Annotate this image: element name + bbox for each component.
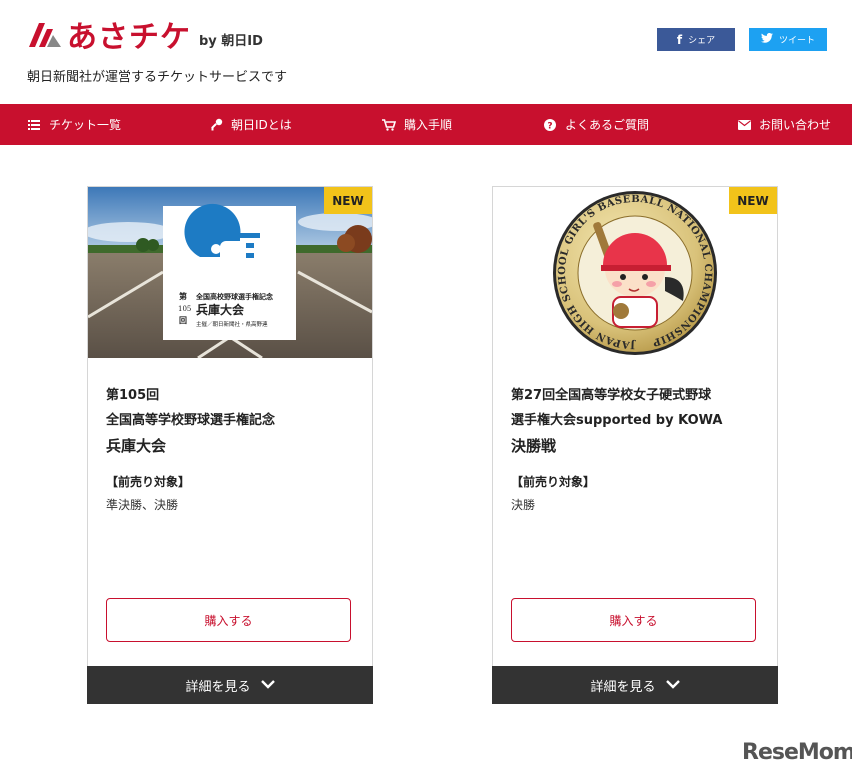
event-title-line2: 選手権大会supported by KOWA [511,413,723,428]
facebook-share-label: シェア [688,36,716,46]
svg-text:主催／朝日新聞社・県高野連: 主催／朝日新聞社・県高野連 [196,320,268,328]
twitter-icon [760,32,773,46]
presale-detail: 準決勝、決勝 [106,498,179,512]
svg-text:?: ? [547,121,552,131]
view-details-label: 詳細を見る [185,679,251,695]
nav-label: チケット一覧 [49,118,122,132]
event-title-main: 兵庫大会 [106,437,167,455]
facebook-share-button[interactable]: f シェア [657,28,735,51]
svg-text:105: 105 [178,305,191,313]
buy-button[interactable]: 購入する [511,598,756,642]
logo-by-asahi-id: by 朝日ID [199,33,263,49]
question-icon: ? [543,118,557,132]
event-title-line2: 全国高等学校野球選手権記念 [106,413,276,428]
view-details-label: 詳細を見る [590,679,656,695]
twitter-tweet-button[interactable]: ツイート [749,28,827,51]
presale-label: 【前売り対象】 [106,475,191,489]
nav-item-asahi-id[interactable]: 朝日IDとは [209,104,292,145]
svg-text:兵庫大会: 兵庫大会 [196,302,245,317]
svg-text:第: 第 [179,291,187,301]
nav-label: 朝日IDとは [231,118,292,132]
nav-label: よくあるご質問 [565,118,650,132]
resemom-watermark: ReseMom [742,740,852,765]
key-icon [209,118,223,132]
buy-button[interactable]: 購入する [106,598,351,642]
site-tagline: 朝日新聞社が運営するチケットサービスです [27,70,288,85]
list-icon [27,118,41,132]
svg-text:回: 回 [179,315,187,325]
nav-item-purchase-steps[interactable]: 購入手順 [382,104,452,145]
event-title-line1: 第27回全国高等学校女子硬式野球 [511,388,712,403]
new-badge: NEW [729,187,777,214]
facebook-icon: f [676,32,683,47]
chevron-down-icon [260,678,275,693]
event-title-main: 決勝戦 [511,437,557,455]
logo-mark-icon [27,19,63,49]
svg-text:全国高校野球選手権記念: 全国高校野球選手権記念 [195,292,274,301]
main-nav: チケット一覧 朝日IDとは 購入手順 ? よくあるご質問 お問い合わせ [0,104,852,145]
presale-detail: 決勝 [511,498,536,512]
new-badge: NEW [324,187,372,214]
card-body: 第105回 全国高等学校野球選手権記念 兵庫大会 【前売り対象】 準決勝、決勝 [106,383,354,513]
presale-label: 【前売り対象】 [511,475,596,489]
twitter-tweet-label: ツイート [778,36,815,46]
nav-item-contact[interactable]: お問い合わせ [737,104,831,145]
event-title-line1: 第105回 [106,388,160,403]
nav-label: 購入手順 [404,118,453,132]
ticket-card-girls-baseball: JAPAN HIGH SCHOOL GIRL'S BASEBALL NATION… [492,186,778,704]
ticket-card-hyogo: 第 105 回 全国高校野球選手権記念 兵庫大会 主催／朝日新聞社・県高野連 N… [87,186,373,704]
site-logo[interactable]: あさチケ by 朝日ID [27,14,263,55]
card-body: 第27回全国高等学校女子硬式野球 選手権大会supported by KOWA … [511,383,759,513]
logo-text: あさチケ [67,20,191,55]
nav-item-faq[interactable]: ? よくあるご質問 [543,104,649,145]
view-details-button[interactable]: 詳細を見る [492,666,778,704]
nav-label: お問い合わせ [759,118,832,132]
nav-item-ticket-list[interactable]: チケット一覧 [27,104,121,145]
mail-icon [737,118,751,132]
cart-icon [382,118,396,132]
view-details-button[interactable]: 詳細を見る [87,666,373,704]
chevron-down-icon [665,678,680,693]
